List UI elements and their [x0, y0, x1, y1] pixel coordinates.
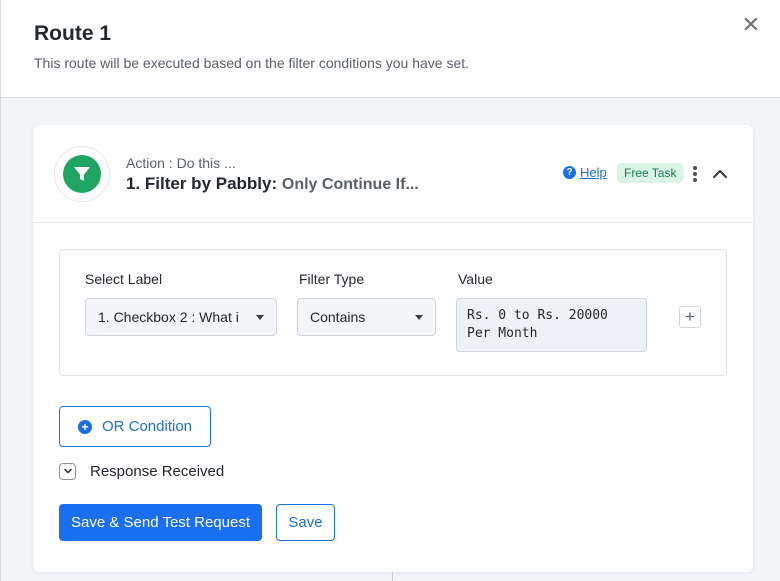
or-condition-button[interactable]: + OR Condition	[59, 406, 211, 447]
caret-down-icon	[256, 314, 264, 320]
kebab-menu-icon[interactable]	[689, 163, 701, 185]
action-title-main: 1. Filter by Pabbly:	[126, 174, 278, 193]
select-label-dropdown[interactable]: 1. Checkbox 2 : What i	[85, 298, 277, 336]
save-send-test-button[interactable]: Save & Send Test Request	[59, 504, 262, 541]
filter-icon	[63, 155, 101, 193]
select-label-value: 1. Checkbox 2 : What i	[98, 309, 239, 325]
chevron-up-shape	[712, 169, 728, 179]
filter-condition-box: Select Label 1. Checkbox 2 : What i Filt…	[59, 249, 727, 376]
kebab-dot	[693, 166, 697, 170]
filter-type-dropdown[interactable]: Contains	[297, 298, 436, 336]
app-logo-ring	[54, 146, 110, 202]
add-condition-button[interactable]: +	[679, 306, 701, 328]
caret-down-icon	[415, 314, 423, 320]
action-card: Action : Do this ... 1. Filter by Pabbly…	[33, 125, 753, 572]
modal-subtitle: This route will be executed based on the…	[34, 55, 470, 71]
background-divider	[392, 572, 393, 581]
modal-title: Route 1	[34, 22, 112, 45]
value-input[interactable]: Rs. 0 to Rs. 20000 Per Month	[456, 298, 647, 352]
free-task-badge: Free Task	[617, 163, 684, 183]
chevron-up-icon[interactable]	[711, 165, 729, 183]
action-title-sub: Only Continue If...	[281, 176, 419, 193]
action-kicker: Action : Do this ...	[126, 155, 236, 171]
route-modal: Route 1 This route will be executed base…	[0, 0, 780, 581]
question-circle-icon: ?	[563, 166, 576, 179]
save-button[interactable]: Save	[276, 504, 335, 541]
kebab-dot	[693, 178, 697, 182]
modal-header: Route 1 This route will be executed base…	[1, 0, 780, 98]
response-received-toggle[interactable]: Response Received	[59, 461, 224, 481]
kebab-dot	[693, 172, 697, 176]
value-heading: Value	[458, 271, 493, 287]
filter-type-value: Contains	[310, 309, 366, 325]
help-link[interactable]: ? Help	[563, 165, 607, 180]
filter-type-heading: Filter Type	[299, 271, 365, 287]
chevron-down-icon	[59, 462, 76, 480]
or-condition-label: OR Condition	[101, 418, 193, 435]
response-received-label: Response Received	[90, 462, 225, 480]
chevron-down-shape	[63, 468, 72, 474]
help-label: Help	[580, 165, 607, 180]
action-header: Action : Do this ... 1. Filter by Pabbly…	[33, 125, 753, 223]
funnel-shape	[74, 167, 90, 181]
close-icon[interactable]: ✕	[739, 14, 763, 38]
action-title: 1. Filter by Pabbly: Only Continue If...	[126, 174, 419, 194]
plus-circle-icon: +	[77, 419, 92, 434]
select-label-heading: Select Label	[85, 271, 163, 287]
